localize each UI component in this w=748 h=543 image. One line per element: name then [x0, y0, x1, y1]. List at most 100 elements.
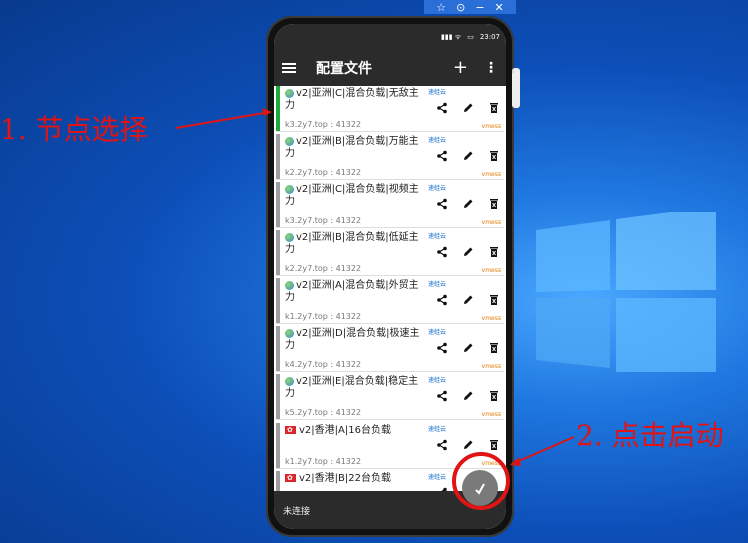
subscription-label: 速蛙云: [428, 377, 447, 384]
profile-name-row: v2|香港|A|16台负载: [285, 424, 425, 437]
profile-address: k2.2y7.top : 41322: [285, 168, 362, 177]
share-icon[interactable]: [436, 390, 448, 402]
profile-actions: [436, 150, 500, 162]
profile-actions: [436, 102, 500, 114]
start-button-highlight: [452, 452, 510, 510]
profile-name-row: v2|亚洲|A|混合负载|外贸主力: [285, 280, 425, 304]
profile-actions: [436, 390, 500, 402]
profile-name-row: v2|亚洲|C|混合负载|视频主力: [285, 184, 425, 208]
menu-icon[interactable]: [282, 63, 296, 73]
subscription-label: 速蛙云: [428, 474, 447, 481]
edit-icon[interactable]: [462, 439, 474, 451]
connection-status: 未连接: [283, 506, 311, 517]
page-title: 配置文件: [316, 61, 372, 77]
edit-icon[interactable]: [462, 342, 474, 354]
protocol-label: vmess: [481, 219, 501, 226]
share-icon[interactable]: [436, 439, 448, 451]
delete-icon[interactable]: [488, 390, 500, 402]
delete-icon[interactable]: [488, 246, 500, 258]
profile-name-row: v2|亚洲|E|混合负载|稳定主力: [285, 376, 425, 400]
profile-actions: [436, 198, 500, 210]
selection-indicator: [276, 278, 280, 323]
subscription-label: 速蛙云: [428, 137, 447, 144]
profile-item[interactable]: v2|亚洲|B|混合负载|低延主力 k2.2y7.top : 41322 速蛙云 vm…: [276, 230, 504, 276]
profile-actions: [436, 342, 500, 354]
profile-item[interactable]: v2|亚洲|D|混合负载|极速主力 k4.2y7.top : 41322 速蛙云 vm…: [276, 326, 504, 372]
edit-icon[interactable]: [462, 150, 474, 162]
subscription-label: 速蛙云: [428, 233, 447, 240]
arrow-step2: [511, 436, 575, 465]
globe-icon: [285, 184, 294, 194]
subscription-label: 速蛙云: [428, 185, 447, 192]
selection-indicator: [276, 86, 280, 131]
profile-address: k3.2y7.top : 41322: [285, 216, 362, 225]
subscription-label: 速蛙云: [428, 329, 447, 336]
selection-indicator: [276, 134, 280, 179]
delete-icon[interactable]: [488, 439, 500, 451]
delete-icon[interactable]: [488, 150, 500, 162]
globe-icon: [285, 328, 294, 338]
add-button[interactable]: +: [453, 59, 468, 77]
profile-item[interactable]: v2|亚洲|E|混合负载|稳定主力 k5.2y7.top : 41322 速蛙云 vm…: [276, 374, 504, 420]
delete-icon[interactable]: [488, 198, 500, 210]
profile-name: v2|亚洲|A|混合负载|外贸主力: [285, 280, 419, 303]
edit-icon[interactable]: [462, 390, 474, 402]
profile-address: k3.2y7.top : 41322: [285, 120, 362, 129]
selection-indicator: [276, 326, 280, 371]
profile-address: k1.2y7.top : 41322: [285, 312, 362, 321]
history-icon[interactable]: ⊙: [456, 1, 465, 14]
profile-address: k2.2y7.top : 41322: [285, 264, 362, 273]
share-icon[interactable]: [436, 198, 448, 210]
profile-item[interactable]: v2|亚洲|C|混合负载|视频主力 k3.2y7.top : 41322 速蛙云 vm…: [276, 182, 504, 228]
share-icon[interactable]: [436, 102, 448, 114]
globe-icon: [285, 88, 294, 98]
protocol-label: vmess: [481, 267, 501, 274]
profile-name: v2|亚洲|E|混合负载|稳定主力: [285, 376, 419, 399]
subscription-label: 速蛙云: [428, 89, 447, 96]
app-bar: 配置文件 + ⋮: [274, 50, 506, 86]
profile-name: v2|香港|B|22台负载: [299, 473, 391, 484]
share-icon[interactable]: [436, 150, 448, 162]
protocol-label: vmess: [481, 363, 501, 370]
profile-actions: [436, 439, 500, 451]
minimize-icon[interactable]: −: [475, 1, 484, 14]
pin-icon[interactable]: ☆: [436, 1, 446, 14]
profile-name: v2|亚洲|C|混合负载|视频主力: [285, 184, 419, 207]
share-icon[interactable]: [436, 294, 448, 306]
edit-icon[interactable]: [462, 294, 474, 306]
annotation-step2: 2. 点击启动: [576, 419, 724, 452]
battery-icon: ▭: [467, 33, 474, 41]
delete-icon[interactable]: [488, 342, 500, 354]
protocol-label: vmess: [481, 315, 501, 322]
selection-indicator: [276, 423, 280, 468]
protocol-label: vmess: [481, 171, 501, 178]
profile-item[interactable]: v2|亚洲|C|混合负载|无敌主力 k3.2y7.top : 41322 速蛙云 vm…: [276, 86, 504, 132]
delete-icon[interactable]: [488, 102, 500, 114]
more-menu-button[interactable]: ⋮: [484, 60, 498, 76]
status-bar: ▮▮▮ ᯤ ▭ 23:07: [274, 24, 506, 50]
globe-icon: [285, 280, 294, 290]
arrow-step1: [175, 111, 271, 129]
edit-icon[interactable]: [462, 246, 474, 258]
profile-name-row: v2|亚洲|C|混合负载|无敌主力: [285, 88, 425, 112]
profile-name: v2|香港|A|16台负载: [299, 425, 391, 436]
protocol-label: vmess: [481, 123, 501, 130]
profile-address: k1.2y7.top : 41322: [285, 457, 362, 466]
profile-name-row: v2|香港|B|22台负载: [285, 472, 425, 485]
profile-name-row: v2|亚洲|D|混合负载|极速主力: [285, 328, 425, 352]
side-drawer-handle[interactable]: ›: [512, 68, 520, 108]
signal-icon: ▮▮▮ ᯤ: [441, 32, 462, 41]
profile-list: v2|亚洲|C|混合负载|无敌主力 k3.2y7.top : 41322 速蛙云 vm…: [274, 86, 506, 517]
edit-icon[interactable]: [462, 102, 474, 114]
profile-item[interactable]: v2|亚洲|A|混合负载|外贸主力 k1.2y7.top : 41322 速蛙云 vm…: [276, 278, 504, 324]
edit-icon[interactable]: [462, 198, 474, 210]
share-icon[interactable]: [436, 246, 448, 258]
globe-icon: [285, 232, 294, 242]
profile-actions: [436, 294, 500, 306]
close-icon[interactable]: ✕: [495, 1, 504, 14]
profile-name-row: v2|亚洲|B|混合负载|万能主力: [285, 136, 425, 160]
delete-icon[interactable]: [488, 294, 500, 306]
profile-item[interactable]: v2|亚洲|B|混合负载|万能主力 k2.2y7.top : 41322 速蛙云 vm…: [276, 134, 504, 180]
share-icon[interactable]: [436, 342, 448, 354]
protocol-label: vmess: [481, 411, 501, 418]
